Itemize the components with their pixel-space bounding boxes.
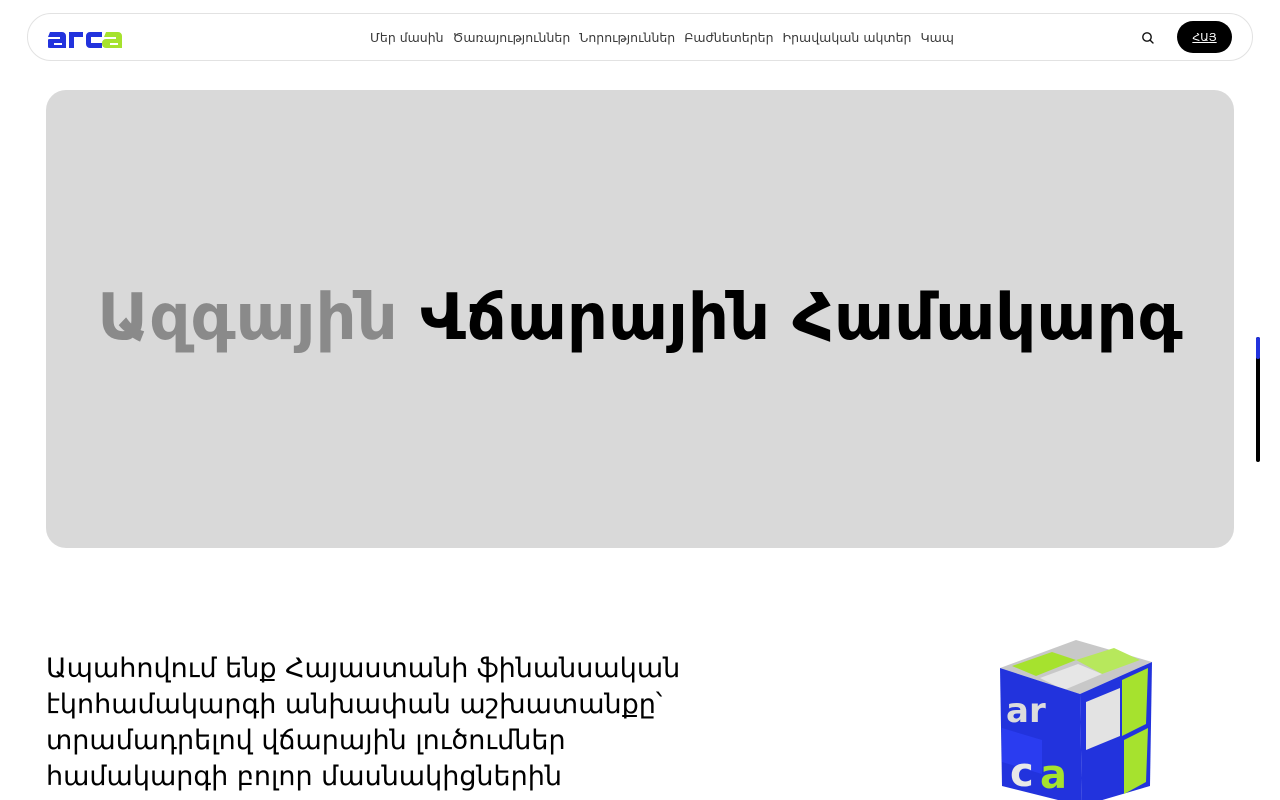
svg-text:ar: ar [1006, 691, 1046, 731]
top-navbar: Մեր մասին Ծառայություններ Նորություններ … [27, 13, 1253, 61]
hero-banner: Ազգային Վճարային Համակարգ [46, 90, 1234, 548]
language-switch-button[interactable]: ՀԱՅ [1177, 21, 1232, 53]
svg-text:c: c [1010, 750, 1034, 796]
nav-link-shareholders[interactable]: Բաժնետերեր [684, 30, 773, 45]
nav-link-legal-acts[interactable]: Իրավական ակտեր [783, 30, 912, 45]
hero-title: Ազգային Վճարային Համակարգ [46, 286, 1234, 350]
mission-statement: Ապահովում ենք Հայաստանի ֆինանսական էկոհա… [46, 653, 681, 792]
page-scrollbar-thumb[interactable] [1256, 337, 1260, 359]
arca-cube-image: ar c a [1000, 640, 1152, 800]
svg-text:a: a [1040, 752, 1067, 798]
nav-link-about[interactable]: Մեր մասին [370, 30, 444, 45]
hero-title-rest: Վճարային Համակարգ [397, 281, 1183, 355]
hero-title-first-word: Ազգային [97, 281, 398, 355]
nav-link-services[interactable]: Ծառայություններ [453, 30, 571, 45]
arca-logo[interactable] [48, 24, 128, 50]
nav-link-news[interactable]: Նորություններ [579, 30, 675, 45]
search-icon[interactable] [1140, 30, 1156, 46]
nav-link-contact[interactable]: Կապ [920, 30, 954, 45]
main-nav: Մեր մասին Ծառայություններ Նորություններ … [370, 14, 954, 60]
